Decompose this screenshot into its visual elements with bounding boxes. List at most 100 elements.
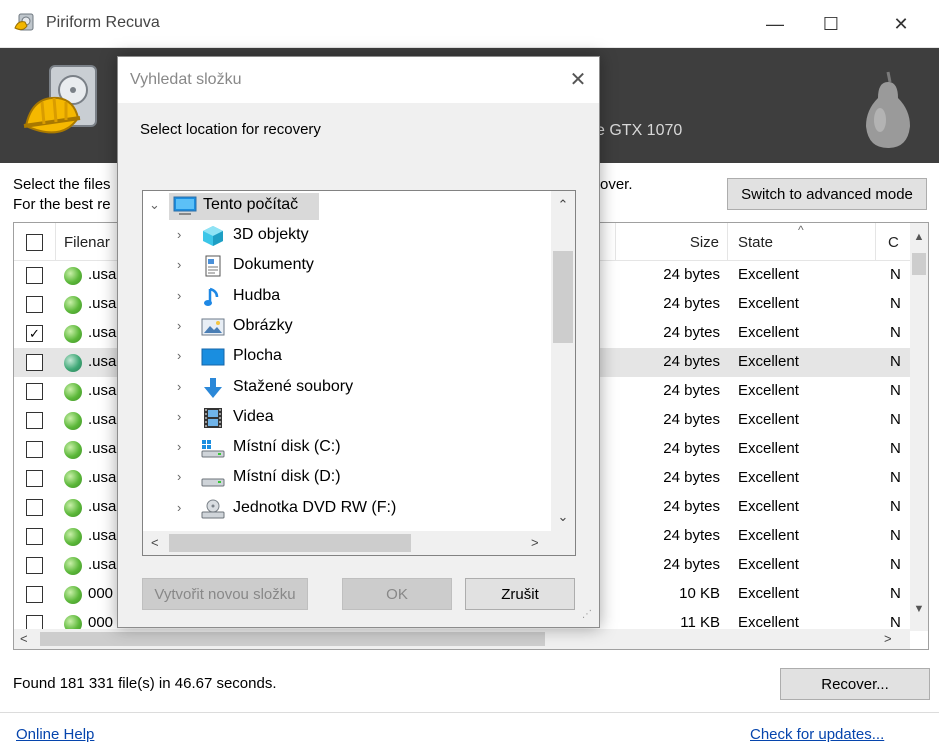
- minimize-icon: —: [766, 13, 784, 34]
- file-name: .usa: [88, 498, 117, 515]
- chevron-down-icon[interactable]: ⌄: [149, 197, 160, 213]
- column-header-size[interactable]: Size: [614, 223, 728, 261]
- chevron-right-icon[interactable]: ›: [177, 439, 181, 454]
- column-header-comment[interactable]: C: [876, 223, 910, 261]
- tree-item[interactable]: › Plocha: [143, 342, 551, 372]
- scroll-thumb[interactable]: [912, 253, 926, 275]
- file-comment: N: [890, 411, 901, 428]
- chevron-right-icon[interactable]: ›: [177, 227, 181, 242]
- scroll-up-icon[interactable]: ⌃: [551, 197, 575, 213]
- resize-grip-icon[interactable]: ⋰: [582, 609, 592, 620]
- footer: Online Help Check for updates...: [0, 712, 939, 750]
- row-checkbox[interactable]: [26, 383, 43, 400]
- chevron-right-icon[interactable]: ›: [177, 409, 181, 424]
- tree-item[interactable]: › Hudba: [143, 282, 551, 312]
- row-checkbox[interactable]: [26, 267, 43, 284]
- scroll-up-icon[interactable]: ▲: [910, 231, 928, 243]
- close-button[interactable]: ✕: [878, 0, 924, 48]
- tree-item[interactable]: › Místní disk (D:): [143, 463, 551, 493]
- tree-item[interactable]: › Místní disk (C:): [143, 433, 551, 463]
- tree-horizontal-thumb[interactable]: [169, 534, 411, 552]
- file-state: Excellent: [738, 527, 799, 544]
- file-size: 24 bytes: [663, 556, 720, 573]
- row-checkbox[interactable]: [26, 354, 43, 371]
- tree-item[interactable]: › Videa: [143, 403, 551, 433]
- cancel-button[interactable]: Zrušit: [465, 578, 575, 610]
- select-all-checkbox[interactable]: [26, 233, 43, 251]
- tree-item-label: Tento počítač: [203, 196, 299, 213]
- tree-item[interactable]: › Jednotka DVD RW (F:): [143, 494, 551, 524]
- chevron-right-icon[interactable]: ›: [177, 288, 181, 303]
- tree-item[interactable]: › Dokumenty: [143, 251, 551, 281]
- maximize-button[interactable]: ☐: [808, 0, 854, 48]
- file-state: Excellent: [738, 469, 799, 486]
- file-size: 24 bytes: [663, 411, 720, 428]
- row-checkbox[interactable]: [26, 528, 43, 545]
- folder-tree[interactable]: ⌄ Tento počítač › 3D objekty › Dokumenty › Hu…: [142, 190, 576, 556]
- chevron-right-icon[interactable]: ›: [177, 318, 181, 333]
- minimize-button[interactable]: —: [752, 0, 798, 48]
- dvd-drive-icon: [201, 498, 225, 520]
- tree-horizontal-scrollbar[interactable]: < >: [143, 531, 551, 555]
- chevron-right-icon[interactable]: ›: [177, 500, 181, 515]
- browse-folder-dialog: Vyhledat složku ✕ Select location for re…: [117, 56, 600, 628]
- row-checkbox[interactable]: [26, 557, 43, 574]
- scroll-left-icon[interactable]: <: [20, 631, 28, 646]
- tree-item-label: 3D objekty: [233, 226, 309, 243]
- row-checkbox[interactable]: [26, 441, 43, 458]
- recover-button[interactable]: Recover...: [780, 668, 930, 700]
- file-comment: N: [890, 556, 901, 573]
- scroll-down-icon[interactable]: ⌄: [551, 509, 575, 525]
- found-status: Found 181 331 file(s) in 46.67 seconds.: [13, 675, 277, 692]
- switch-advanced-mode-button[interactable]: Switch to advanced mode: [727, 178, 927, 210]
- select-all-header[interactable]: [14, 223, 56, 261]
- tree-scroll-thumb[interactable]: [553, 251, 573, 343]
- file-name: .usa: [88, 556, 117, 573]
- chevron-right-icon[interactable]: ›: [177, 257, 181, 272]
- file-size: 24 bytes: [663, 295, 720, 312]
- row-checkbox[interactable]: [26, 470, 43, 487]
- file-state: Excellent: [738, 295, 799, 312]
- file-name: .usa: [88, 469, 117, 486]
- file-state: Excellent: [738, 556, 799, 573]
- tree-item-label: Plocha: [233, 347, 282, 365]
- chevron-right-icon[interactable]: ›: [177, 379, 181, 394]
- file-comment: N: [890, 469, 901, 486]
- row-checkbox[interactable]: [26, 412, 43, 429]
- file-name: .usa: [88, 324, 117, 341]
- row-checkbox[interactable]: ✓: [26, 325, 43, 342]
- row-checkbox[interactable]: [26, 499, 43, 516]
- scroll-down-icon[interactable]: ▼: [910, 603, 928, 615]
- chevron-right-icon[interactable]: ›: [177, 348, 181, 363]
- tree-item[interactable]: › Stažené soubory: [143, 373, 551, 403]
- online-help-link[interactable]: Online Help: [16, 726, 94, 743]
- dialog-title-bar: Vyhledat složku ✕: [118, 57, 599, 103]
- check-updates-link[interactable]: Check for updates...: [750, 726, 884, 743]
- file-state: Excellent: [738, 353, 799, 370]
- file-size: 24 bytes: [663, 469, 720, 486]
- list-horizontal-scrollbar[interactable]: < >: [14, 629, 910, 649]
- film-strip-icon: [201, 407, 225, 429]
- scroll-right-icon[interactable]: >: [531, 535, 539, 550]
- dialog-title: Vyhledat složku: [130, 71, 242, 88]
- file-comment: N: [890, 585, 901, 602]
- tree-vertical-scrollbar[interactable]: ⌃ ⌄: [551, 191, 575, 531]
- document-icon: [201, 255, 225, 277]
- scroll-right-icon[interactable]: >: [884, 631, 892, 646]
- new-folder-button[interactable]: Vytvořit novou složku: [142, 578, 308, 610]
- chevron-right-icon[interactable]: ›: [177, 469, 181, 484]
- tree-item-label: Stažené soubory: [233, 377, 354, 395]
- tree-item-this-pc[interactable]: ⌄ Tento počítač: [143, 191, 551, 221]
- tree-item[interactable]: › 3D objekty: [143, 221, 551, 251]
- tree-item[interactable]: › Obrázky: [143, 312, 551, 342]
- horizontal-scroll-thumb[interactable]: [40, 632, 545, 646]
- file-comment: N: [890, 295, 901, 312]
- row-checkbox[interactable]: [26, 586, 43, 603]
- row-checkbox[interactable]: [26, 296, 43, 313]
- list-vertical-scrollbar[interactable]: ▲ ▼: [910, 223, 928, 631]
- dialog-close-button[interactable]: ✕: [564, 65, 592, 93]
- ok-button[interactable]: OK: [342, 578, 452, 610]
- file-size: 24 bytes: [663, 324, 720, 341]
- scroll-left-icon[interactable]: <: [151, 535, 159, 550]
- window-title: Piriform Recuva: [46, 14, 160, 31]
